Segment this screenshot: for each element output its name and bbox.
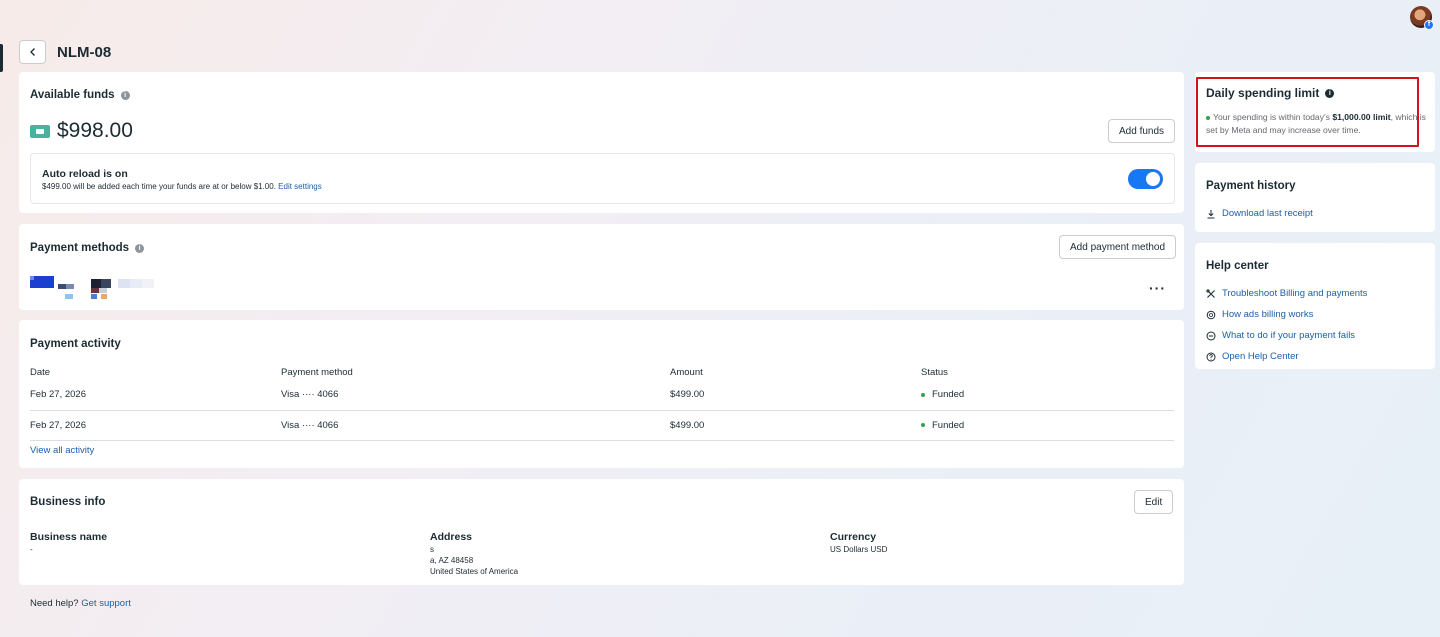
tools-icon — [1206, 288, 1215, 298]
back-button[interactable] — [19, 40, 46, 64]
available-funds-title: Available funds — [30, 89, 115, 101]
auto-reload-description: $499.00 will be added each time your fun… — [42, 182, 322, 191]
help-link-payment-fails[interactable]: What to do if your payment fails — [1206, 330, 1355, 341]
download-icon — [1207, 209, 1215, 218]
row-amount: $499.00 — [670, 410, 921, 441]
daily-limit-amount: $1,000.00 limit — [1332, 112, 1391, 122]
business-name-label: Business name — [30, 531, 108, 543]
daily-spending-limit-card: Daily spending limit i Your spending is … — [1195, 72, 1435, 152]
currency-label: Currency — [830, 531, 877, 543]
help-center-card: Help center Troubleshoot Billing and pay… — [1195, 243, 1435, 369]
business-name-value: - — [30, 545, 33, 554]
wallet-icon — [30, 124, 50, 138]
daily-limit-text-pre: Your spending is within today's — [1213, 112, 1333, 122]
column-header-amount: Amount — [670, 366, 703, 378]
row-amount: $499.00 — [670, 380, 921, 411]
row-status-label: Funded — [932, 419, 965, 431]
business-name-field: Business name - — [30, 531, 107, 555]
address-line-2: a, AZ 48458 — [430, 556, 474, 565]
facebook-badge-icon: f — [1424, 20, 1434, 30]
status-dot-icon — [1206, 115, 1210, 120]
row-status: Funded — [921, 410, 1174, 441]
payment-history-card: Payment history Download last receipt — [1195, 163, 1435, 232]
page-title: NLM-08 — [57, 43, 112, 61]
question-circle-icon — [1206, 352, 1216, 361]
currency-value: US Dollars USD — [830, 545, 888, 554]
need-help-label: Need help? — [30, 598, 79, 609]
row-date: Feb 27, 2026 — [30, 410, 281, 441]
table-header-row: Date Payment method Amount Status — [30, 364, 1174, 380]
column-header-status: Status — [921, 366, 948, 378]
payment-activity-card: Payment activity Date Payment method Amo… — [19, 320, 1184, 468]
help-link-label: How ads billing works — [1222, 309, 1314, 320]
minus-circle-icon — [1206, 331, 1216, 340]
payment-methods-heading: Payment methods i — [30, 242, 145, 254]
download-last-receipt-label: Download last receipt — [1222, 208, 1313, 219]
business-info-card: Business info Edit Business name - Addre… — [19, 479, 1184, 585]
balance-amount: $998.00 — [57, 119, 133, 142]
balance-row: $998.00 — [30, 119, 133, 143]
available-funds-heading: Available funds i — [30, 89, 130, 101]
payment-history-title: Payment history — [1206, 180, 1296, 192]
edit-business-button[interactable]: Edit — [1134, 490, 1174, 514]
row-status: Funded — [921, 380, 1174, 411]
add-funds-button[interactable]: Add funds — [1108, 119, 1176, 143]
daily-spending-limit-title: Daily spending limit — [1206, 86, 1320, 100]
available-funds-card: Available funds i $998.00 Add funds Auto… — [19, 72, 1184, 213]
help-link-label: Open Help Center — [1222, 351, 1299, 362]
view-all-activity-link[interactable]: View all activity — [30, 445, 94, 456]
table-row[interactable]: Feb 27, 2026 Visa ···· 4066 $499.00 Fund… — [30, 380, 1174, 411]
help-link-label: What to do if your payment fails — [1222, 330, 1356, 341]
auto-reload-text: $499.00 will be added each time your fun… — [42, 182, 276, 191]
auto-reload-toggle[interactable] — [1128, 169, 1163, 189]
status-dot-icon — [921, 392, 925, 397]
business-info-title: Business info — [30, 496, 106, 508]
daily-limit-description: Your spending is within today's $1,000.0… — [1206, 111, 1428, 137]
need-help-footer: Need help? Get support — [30, 598, 131, 609]
row-payment-method: Visa ···· 4066 — [281, 410, 670, 441]
more-options-button[interactable]: ··· — [1149, 280, 1166, 296]
payment-activity-table: Date Payment method Amount Status Feb 27… — [30, 364, 1174, 441]
user-avatar[interactable]: f — [1410, 6, 1434, 30]
left-rail-marker — [0, 44, 3, 72]
auto-reload-title: Auto reload is on — [42, 168, 128, 180]
help-link-label: Troubleshoot Billing and payments — [1222, 288, 1368, 299]
info-icon[interactable]: i — [135, 243, 145, 253]
redacted-payment-method-image — [30, 276, 154, 299]
auto-reload-panel: Auto reload is on $499.00 will be added … — [30, 153, 1175, 204]
help-link-troubleshoot[interactable]: Troubleshoot Billing and payments — [1206, 288, 1367, 299]
address-field: Address s a, AZ 48458 United States of A… — [430, 531, 518, 577]
payment-methods-card: Payment methods i Add payment method ··· — [19, 224, 1184, 310]
payment-methods-title: Payment methods — [30, 242, 130, 254]
daily-spending-limit-heading: Daily spending limit i — [1206, 86, 1335, 100]
address-label: Address — [430, 531, 473, 543]
help-link-open-help-center[interactable]: Open Help Center — [1206, 351, 1299, 362]
edit-settings-link[interactable]: Edit settings — [278, 182, 322, 191]
chevron-left-icon — [29, 48, 35, 56]
column-header-date: Date — [30, 366, 51, 378]
address-line-1: s — [430, 545, 434, 554]
payment-activity-title: Payment activity — [30, 338, 121, 350]
help-center-title: Help center — [1206, 260, 1269, 272]
coins-icon — [1206, 310, 1216, 319]
row-date: Feb 27, 2026 — [30, 380, 281, 411]
info-icon[interactable]: i — [1325, 88, 1335, 98]
status-dot-icon — [921, 422, 925, 427]
get-support-link[interactable]: Get support — [81, 598, 131, 609]
column-header-payment-method: Payment method — [281, 366, 353, 378]
page-header: NLM-08 — [19, 40, 111, 64]
row-status-label: Funded — [932, 389, 965, 401]
info-icon[interactable]: i — [120, 90, 130, 100]
address-line-3: United States of America — [430, 567, 519, 576]
add-payment-method-button[interactable]: Add payment method — [1059, 235, 1177, 259]
row-payment-method: Visa ···· 4066 — [281, 380, 670, 411]
currency-field: Currency US Dollars USD — [830, 531, 887, 555]
table-row[interactable]: Feb 27, 2026 Visa ···· 4066 $499.00 Fund… — [30, 410, 1174, 441]
download-last-receipt-link[interactable]: Download last receipt — [1206, 208, 1313, 219]
help-link-billing[interactable]: How ads billing works — [1206, 309, 1313, 320]
